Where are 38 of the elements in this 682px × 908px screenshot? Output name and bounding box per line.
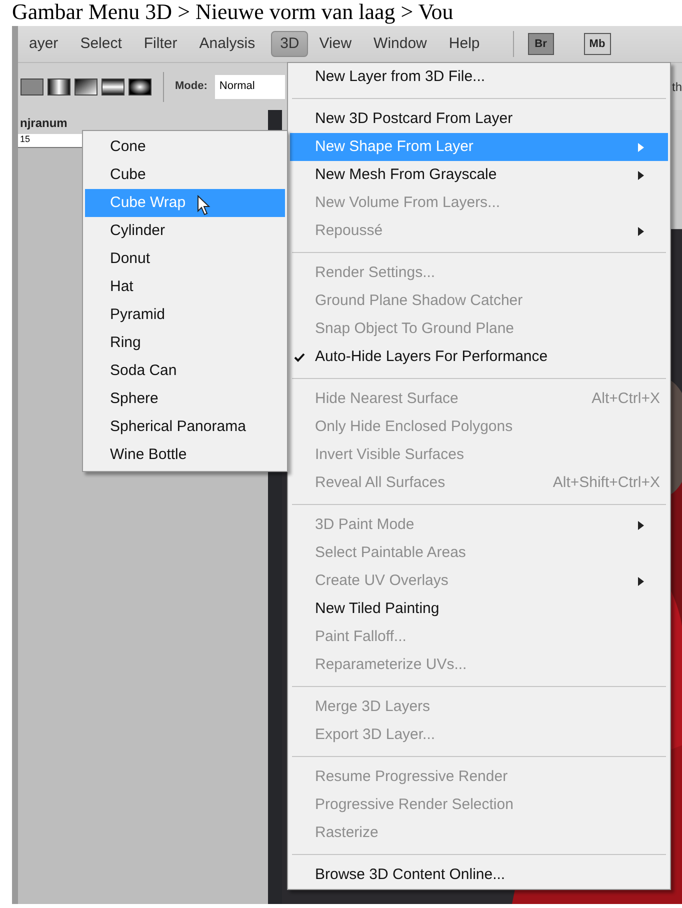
gradient-icon[interactable] (128, 78, 152, 96)
menu-item[interactable]: New Mesh From Grayscale (290, 161, 668, 189)
menu-bar-item[interactable]: 3D (271, 31, 308, 57)
menu-item[interactable]: New Tiled Painting (290, 595, 668, 623)
cursor-icon (197, 195, 211, 216)
menu-bar-item[interactable]: Help (438, 31, 491, 57)
submenu-item[interactable]: Wine Bottle (85, 441, 285, 469)
app-launch-button[interactable]: Br (528, 33, 554, 55)
gradient-icon[interactable] (20, 78, 44, 96)
menu-item[interactable]: New 3D Postcard From Layer (290, 105, 668, 133)
menu-bar-item[interactable]: Window (362, 31, 438, 57)
gradient-icon[interactable] (74, 78, 98, 96)
app-launch-button[interactable]: Mb (584, 33, 611, 55)
shortcut-text: Alt+Shift+Ctrl+X (552, 472, 660, 493)
menu-bar-item[interactable]: Select (69, 31, 133, 57)
gradient-icon[interactable] (47, 78, 71, 96)
option-label: th (672, 78, 682, 96)
shortcut-text: Alt+Ctrl+X (592, 388, 660, 409)
menu-bar-item[interactable]: Filter (132, 31, 188, 57)
mode-label: Mode: (175, 79, 208, 94)
menu-bar-item[interactable]: ayer (18, 31, 70, 57)
submenu-item[interactable]: Cube (85, 161, 285, 189)
mode-dropdown[interactable]: Normal (215, 74, 286, 98)
menu-item[interactable]: New Layer from 3D File... (290, 63, 668, 91)
submenu-item[interactable]: Hat (85, 273, 285, 301)
submenu-item[interactable]: Spherical Panorama (85, 413, 285, 441)
menu-bar-item[interactable]: Analysis (188, 31, 266, 57)
submenu-item[interactable]: Donut (85, 245, 285, 273)
menu-item[interactable]: Auto-Hide Layers For Performance (290, 343, 668, 371)
caption: Gambar Menu 3D > Nieuwe vorm van laag > Vou (11, 0, 454, 26)
submenu-item[interactable]: Sphere (85, 385, 285, 413)
submenu-item[interactable]: Soda Can (85, 357, 285, 385)
submenu-item[interactable]: Cylinder (85, 217, 285, 245)
submenu-item[interactable]: Pyramid (85, 301, 285, 329)
gradient-icon[interactable] (101, 78, 125, 96)
menu-bar-item[interactable]: View (308, 31, 363, 57)
submenu-item[interactable]: Ring (85, 329, 285, 357)
menu-item[interactable]: Browse 3D Content Online... (290, 861, 668, 889)
